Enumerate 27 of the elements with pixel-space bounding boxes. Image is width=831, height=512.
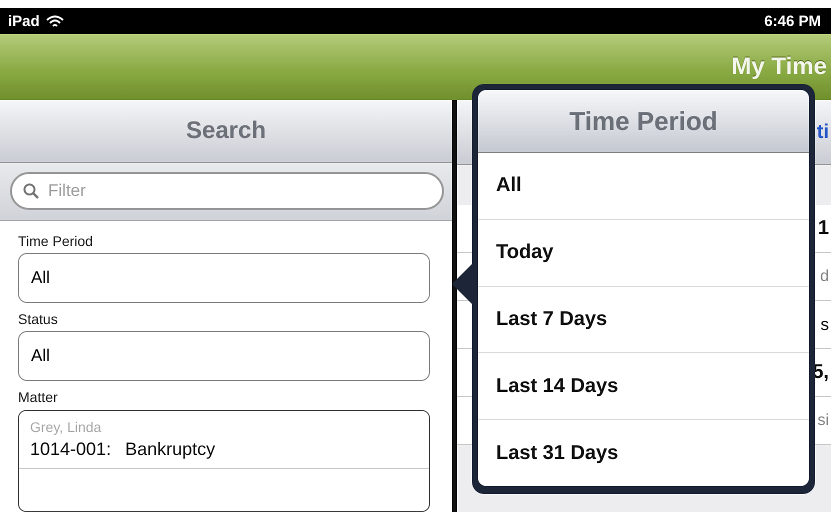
- option-item[interactable]: Last 7 Days: [478, 286, 809, 354]
- select-field[interactable]: All: [18, 253, 430, 303]
- search-icon: [23, 183, 39, 199]
- matter-name: Bankruptcy: [125, 439, 216, 460]
- option-item[interactable]: Last 31 Days: [478, 420, 809, 486]
- field-label: Status: [18, 311, 59, 329]
- matter-number: 1014-001:: [30, 439, 112, 460]
- panel-title: Search: [186, 117, 266, 145]
- option-item[interactable]: All: [478, 153, 809, 220]
- popover-title: Time Period: [569, 106, 718, 136]
- option-item[interactable]: Today: [478, 220, 809, 287]
- field-label: Time Period: [18, 233, 94, 251]
- tab-label[interactable]: ti: [816, 120, 831, 144]
- row-text: d: [820, 268, 829, 286]
- field-label: Matter: [18, 389, 59, 407]
- clock: 6:46 PM: [764, 12, 821, 30]
- client-name: Grey, Linda: [30, 419, 102, 435]
- row-text: s: [820, 314, 829, 334]
- nav-title: My Time: [731, 53, 827, 81]
- row-text: si: [817, 412, 829, 430]
- row-text: 1: [818, 217, 829, 240]
- filter-field[interactable]: Filter: [10, 172, 444, 210]
- matter-item[interactable]: Grey, Linda 1014-001: Bankruptcy: [19, 411, 429, 469]
- wifi-icon: [46, 14, 64, 28]
- select-field[interactable]: All: [18, 331, 430, 381]
- option-item[interactable]: Last 14 Days: [478, 353, 809, 420]
- device-name: iPad: [8, 12, 40, 30]
